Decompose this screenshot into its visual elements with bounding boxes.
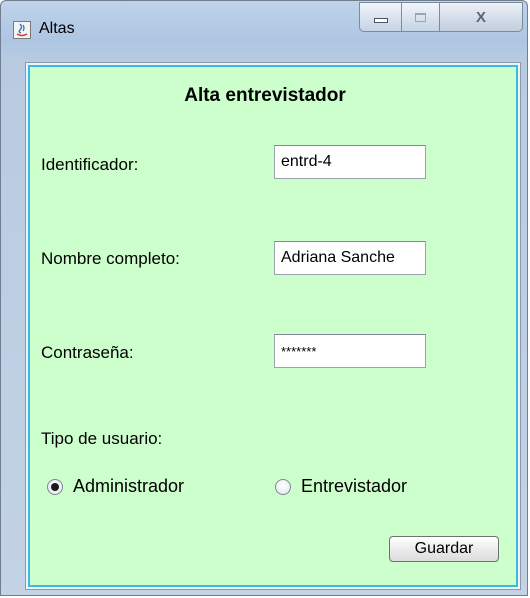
java-app-icon bbox=[13, 21, 31, 39]
radio-entrevistador[interactable]: Entrevistador bbox=[275, 476, 407, 497]
radio-selected-icon bbox=[47, 478, 63, 495]
radio-entrevistador-label: Entrevistador bbox=[301, 476, 408, 496]
window-controls: X bbox=[359, 2, 523, 32]
radio-administrador-label: Administrador bbox=[73, 476, 185, 496]
close-button[interactable]: X bbox=[440, 2, 523, 32]
form-panel bbox=[28, 65, 518, 587]
guardar-button[interactable]: Guardar bbox=[389, 536, 499, 562]
nombre-completo-input[interactable]: Adriana Sanche bbox=[274, 241, 426, 275]
nombre-completo-label: Nombre completo: bbox=[41, 249, 180, 268]
maximize-icon bbox=[415, 12, 426, 22]
close-icon: X bbox=[475, 8, 486, 26]
contrasena-label: Contraseña: bbox=[41, 343, 134, 362]
minimize-icon bbox=[373, 17, 388, 23]
identificador-label: Identificador: bbox=[41, 155, 139, 174]
user-type-label: Tipo de usuario: bbox=[41, 429, 163, 448]
form-heading: Alta entrevistador bbox=[184, 85, 346, 106]
contrasena-input[interactable]: ******* bbox=[274, 334, 426, 368]
identificador-input[interactable]: entrd-4 bbox=[274, 145, 426, 179]
minimize-button[interactable] bbox=[359, 2, 402, 32]
window-title: Altas bbox=[39, 20, 75, 37]
radio-administrador[interactable]: Administrador bbox=[47, 476, 184, 497]
maximize-button[interactable] bbox=[402, 2, 440, 32]
radio-unselected-icon bbox=[275, 478, 291, 495]
title-bar[interactable]: Altas X bbox=[1, 1, 527, 49]
